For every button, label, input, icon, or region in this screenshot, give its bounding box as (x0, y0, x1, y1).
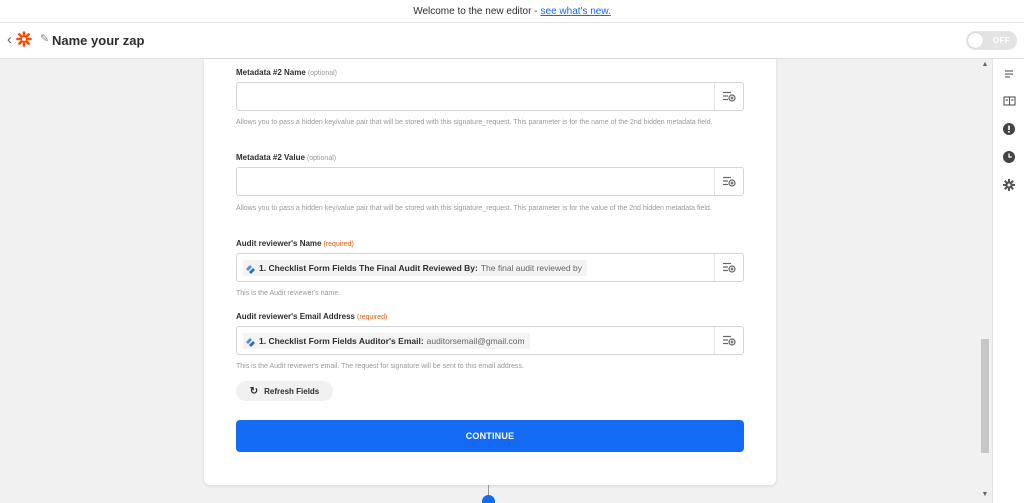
metadata-2-name-help: Allows you to pass a hidden key/value pa… (236, 119, 713, 126)
zap-on-off-toggle[interactable]: OFF (966, 31, 1017, 50)
field-label-text: Audit reviewer's Name (236, 239, 322, 248)
editor-header: ‹ ✎ Name your zap OFF (0, 23, 1024, 59)
insert-data-icon[interactable] (715, 327, 743, 354)
required-tag: (required) (356, 314, 388, 321)
audit-reviewer-email-label: Audit reviewer's Email Address (required) (236, 312, 387, 321)
field-label-text: Metadata #2 Name (236, 68, 306, 77)
metadata-2-name-label: Metadata #2 Name (optional) (236, 68, 337, 77)
page-scrollbar[interactable]: ▲ ▼ (979, 59, 991, 503)
action-setup-card: Metadata #2 Name (optional) Allows you to… (204, 59, 776, 485)
audit-reviewer-name-input[interactable]: 1. Checklist Form Fields The Final Audit… (236, 253, 744, 282)
scrollbar-thumb[interactable] (981, 339, 989, 453)
zapier-asterisk-icon (16, 31, 32, 47)
pill-value-text: The final audit reviewed by (480, 263, 582, 273)
scroll-up-icon[interactable]: ▲ (979, 61, 991, 68)
outline-icon[interactable] (993, 63, 1024, 85)
pencil-icon[interactable]: ✎ (40, 32, 49, 45)
refresh-icon: ↻ (249, 385, 259, 397)
zap-name-title[interactable]: Name your zap (52, 33, 144, 48)
field-label-text: Audit reviewer's Email Address (236, 312, 355, 321)
insert-data-icon[interactable] (715, 254, 743, 281)
scroll-down-icon[interactable]: ▼ (979, 491, 991, 498)
optional-tag: (optional) (306, 155, 337, 162)
audit-reviewer-name-help: This is the Audit reviewer's name. (236, 290, 341, 297)
chevron-left-icon[interactable]: ‹ (7, 32, 12, 48)
zapier-step-icon (246, 264, 255, 274)
add-step-icon[interactable] (482, 495, 495, 503)
banner-text: Welcome to the new editor - (413, 5, 538, 17)
pill-step-text: 1. Checklist Form Fields The Final Audit… (259, 263, 478, 273)
settings-gear-icon[interactable] (993, 174, 1024, 196)
optional-tag: (optional) (307, 70, 337, 77)
insert-data-icon[interactable] (715, 83, 743, 110)
continue-button[interactable]: CONTINUE (236, 420, 744, 452)
metadata-2-name-input[interactable] (236, 82, 744, 111)
alert-icon[interactable] (993, 118, 1024, 140)
pill-value-text: auditorsemail@gmail.com (426, 336, 525, 346)
field-label-text: Metadata #2 Value (236, 153, 305, 162)
right-sidebar (992, 59, 1024, 503)
insert-data-icon[interactable] (715, 168, 743, 195)
metadata-2-value-label: Metadata #2 Value (optional) (236, 153, 336, 162)
audit-reviewer-email-help: This is the Audit reviewer's email. The … (236, 363, 524, 370)
audit-reviewer-email-input[interactable]: 1. Checklist Form Fields Auditor's Email… (236, 326, 744, 355)
metadata-2-value-help: Allows you to pass a hidden key/value pa… (236, 205, 712, 212)
required-tag: (required) (323, 241, 354, 248)
mapped-field-pill[interactable]: 1. Checklist Form Fields The Final Audit… (243, 260, 587, 276)
welcome-banner: Welcome to the new editor - see what's n… (0, 0, 1024, 23)
history-clock-icon[interactable] (993, 146, 1024, 168)
refresh-fields-button[interactable]: ↻ Refresh Fields (236, 381, 333, 401)
toggle-label: OFF (993, 36, 1010, 45)
metadata-2-value-input[interactable] (236, 167, 744, 196)
guide-book-icon[interactable] (993, 90, 1024, 112)
toggle-knob (968, 33, 983, 48)
refresh-fields-label: Refresh Fields (264, 386, 320, 396)
pill-step-text: 1. Checklist Form Fields Auditor's Email… (259, 336, 424, 346)
zapier-step-icon (246, 337, 255, 347)
whats-new-link[interactable]: see what's new. (541, 6, 611, 17)
mapped-field-pill[interactable]: 1. Checklist Form Fields Auditor's Email… (243, 333, 530, 349)
audit-reviewer-name-label: Audit reviewer's Name (required) (236, 239, 354, 248)
